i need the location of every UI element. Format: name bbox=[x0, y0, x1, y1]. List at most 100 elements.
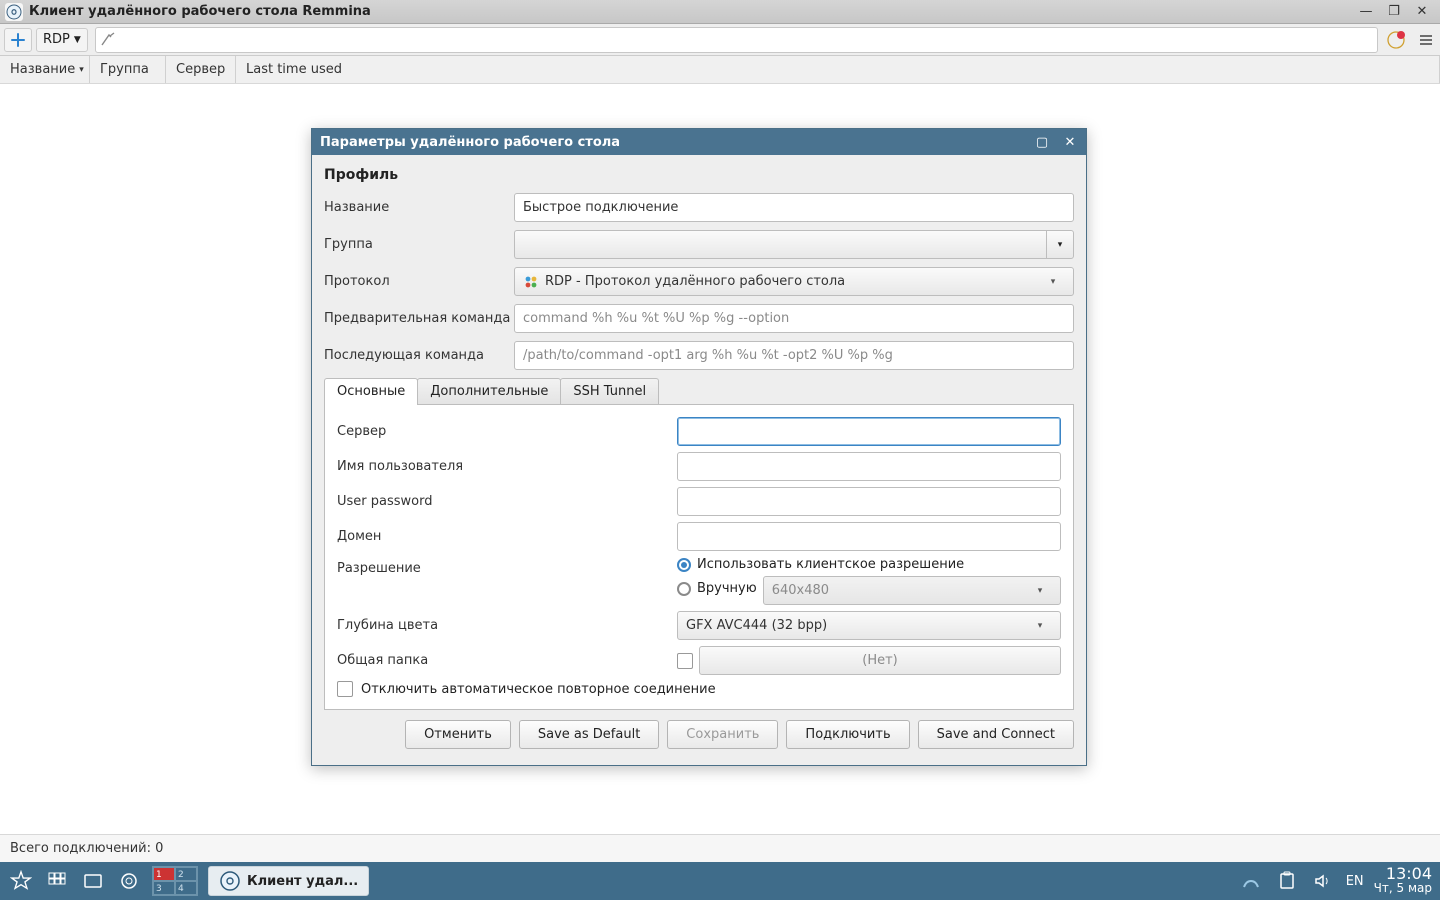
pager-cell-1[interactable]: 1 bbox=[153, 867, 175, 881]
label-pre-command: Предварительная команда bbox=[324, 311, 514, 326]
pager-cell-3[interactable]: 3 bbox=[153, 881, 175, 895]
tray-clipboard-icon[interactable] bbox=[1274, 868, 1300, 894]
start-menu-button[interactable] bbox=[8, 868, 34, 894]
sort-indicator-icon: ▾ bbox=[79, 65, 84, 75]
maximize-button[interactable]: ❐ bbox=[1386, 4, 1402, 20]
dialog-close-button[interactable]: ✕ bbox=[1062, 134, 1078, 150]
dialog-button-bar: Отменить Save as Default Сохранить Подкл… bbox=[324, 710, 1074, 759]
window-titlebar: Клиент удалённого рабочего стола Remmina… bbox=[0, 0, 1440, 24]
hamburger-menu-icon[interactable] bbox=[1416, 30, 1436, 50]
list-header: Название▾ Группа Сервер Last time used bbox=[0, 56, 1440, 84]
col-last-used[interactable]: Last time used bbox=[236, 56, 1440, 83]
workspaces-button[interactable] bbox=[116, 868, 142, 894]
col-name[interactable]: Название▾ bbox=[0, 56, 90, 83]
protocol-dropdown[interactable]: RDP - Протокол удалённого рабочего стола… bbox=[514, 267, 1074, 296]
label-username: Имя пользователя bbox=[337, 459, 677, 474]
col-group[interactable]: Группа bbox=[90, 56, 166, 83]
remmina-icon bbox=[5, 3, 23, 21]
label-domain: Домен bbox=[337, 529, 677, 544]
profile-heading: Профиль bbox=[324, 167, 1074, 183]
quick-protocol-dropdown[interactable]: RDP ▼ bbox=[36, 28, 88, 52]
label-group: Группа bbox=[324, 237, 514, 252]
disable-reconnect-label: Отключить автоматическое повторное соеди… bbox=[361, 682, 716, 697]
main-toolbar: RDP ▼ bbox=[0, 24, 1440, 56]
tab-basic-pane: Сервер Имя пользователя User password До… bbox=[324, 405, 1074, 710]
label-resolution: Разрешение bbox=[337, 557, 677, 576]
app-grid-button[interactable] bbox=[44, 868, 70, 894]
quick-protocol-label: RDP bbox=[43, 32, 70, 47]
col-server[interactable]: Сервер bbox=[166, 56, 236, 83]
pager-cell-4[interactable]: 4 bbox=[175, 881, 197, 895]
new-connection-button[interactable] bbox=[4, 28, 32, 52]
domain-input[interactable] bbox=[677, 522, 1061, 551]
label-server: Сервер bbox=[337, 424, 677, 439]
keyboard-layout-indicator[interactable]: EN bbox=[1346, 868, 1364, 894]
resolution-select[interactable]: 640x480 ▾ bbox=[763, 576, 1061, 605]
rdp-protocol-icon bbox=[523, 274, 539, 290]
tray-volume-icon[interactable] bbox=[1310, 868, 1336, 894]
tab-advanced[interactable]: Дополнительные bbox=[417, 378, 561, 404]
profile-dialog: Параметры удалённого рабочего стола ▢ ✕ … bbox=[311, 128, 1087, 766]
label-color-depth: Глубина цвета bbox=[337, 618, 677, 633]
pre-command-input[interactable] bbox=[514, 304, 1074, 333]
tab-ssh[interactable]: SSH Tunnel bbox=[560, 378, 659, 404]
clock[interactable]: 13:04 Чт, 5 мар bbox=[1374, 867, 1432, 895]
profile-tabs: Основные Дополнительные SSH Tunnel bbox=[324, 378, 1074, 405]
name-input[interactable] bbox=[514, 193, 1074, 222]
dialog-titlebar: Параметры удалённого рабочего стола ▢ ✕ bbox=[312, 129, 1086, 155]
label-post-command: Последующая команда bbox=[324, 348, 514, 363]
desktop-pager[interactable]: 1 2 3 4 bbox=[152, 866, 198, 896]
remmina-icon bbox=[219, 870, 241, 892]
chevron-down-icon: ▾ bbox=[1058, 240, 1063, 250]
tab-basic[interactable]: Основные bbox=[324, 378, 418, 404]
quick-connect-input[interactable] bbox=[95, 27, 1378, 53]
save-button: Сохранить bbox=[667, 720, 778, 749]
shared-folder-select[interactable]: (Нет) bbox=[699, 646, 1061, 675]
shared-folder-checkbox[interactable] bbox=[677, 653, 693, 669]
disable-reconnect-checkbox[interactable] bbox=[337, 681, 353, 697]
system-taskbar: 1 2 3 4 Клиент удал... EN 13:04 Чт, 5 ма… bbox=[0, 862, 1440, 900]
protocol-value: RDP - Протокол удалённого рабочего стола bbox=[545, 274, 845, 289]
dialog-title: Параметры удалённого рабочего стола bbox=[320, 135, 620, 150]
window-title: Клиент удалённого рабочего стола Remmina bbox=[29, 4, 371, 19]
connection-list-area: Параметры удалённого рабочего стола ▢ ✕ … bbox=[0, 84, 1440, 834]
save-default-button[interactable]: Save as Default bbox=[519, 720, 659, 749]
color-depth-select[interactable]: GFX AVC444 (32 bpp) ▾ bbox=[677, 611, 1061, 640]
taskbar-app-remmina[interactable]: Клиент удал... bbox=[208, 866, 369, 896]
news-icon[interactable] bbox=[1382, 28, 1410, 52]
label-password: User password bbox=[337, 494, 677, 509]
connect-button[interactable]: Подключить bbox=[786, 720, 909, 749]
radio-unchecked-icon bbox=[677, 582, 691, 596]
server-input[interactable] bbox=[677, 417, 1061, 446]
taskbar-app-label: Клиент удал... bbox=[247, 874, 358, 889]
chevron-down-icon: ▾ bbox=[1041, 277, 1065, 287]
clock-time: 13:04 bbox=[1374, 867, 1432, 881]
status-total: Всего подключений: 0 bbox=[10, 841, 163, 856]
label-name: Название bbox=[324, 200, 514, 215]
dialog-maximize-button[interactable]: ▢ bbox=[1034, 134, 1050, 150]
group-combobox[interactable]: ▾ bbox=[514, 230, 1074, 259]
label-protocol: Протокол bbox=[324, 274, 514, 289]
tray-app-icon[interactable] bbox=[1238, 868, 1264, 894]
chevron-down-icon: ▼ bbox=[74, 35, 81, 45]
username-input[interactable] bbox=[677, 452, 1061, 481]
post-command-input[interactable] bbox=[514, 341, 1074, 370]
resolution-manual-radio[interactable]: Вручную bbox=[677, 581, 757, 596]
cancel-button[interactable]: Отменить bbox=[405, 720, 511, 749]
connect-icon bbox=[100, 31, 118, 49]
chevron-down-icon: ▾ bbox=[1028, 621, 1052, 631]
pager-cell-2[interactable]: 2 bbox=[175, 867, 197, 881]
close-button[interactable]: ✕ bbox=[1414, 4, 1430, 20]
clock-date: Чт, 5 мар bbox=[1374, 881, 1432, 895]
radio-checked-icon bbox=[677, 558, 691, 572]
group-dropdown-button[interactable]: ▾ bbox=[1046, 230, 1074, 259]
minimize-button[interactable]: — bbox=[1358, 4, 1374, 20]
password-input[interactable] bbox=[677, 487, 1061, 516]
disable-reconnect-row: Отключить автоматическое повторное соеди… bbox=[337, 681, 1061, 697]
chevron-down-icon: ▾ bbox=[1028, 586, 1052, 596]
resolution-client-radio[interactable]: Использовать клиентское разрешение bbox=[677, 557, 1061, 572]
show-desktop-button[interactable] bbox=[80, 868, 106, 894]
label-shared-folder: Общая папка bbox=[337, 653, 677, 668]
status-bar: Всего подключений: 0 bbox=[0, 834, 1440, 862]
save-connect-button[interactable]: Save and Connect bbox=[918, 720, 1074, 749]
